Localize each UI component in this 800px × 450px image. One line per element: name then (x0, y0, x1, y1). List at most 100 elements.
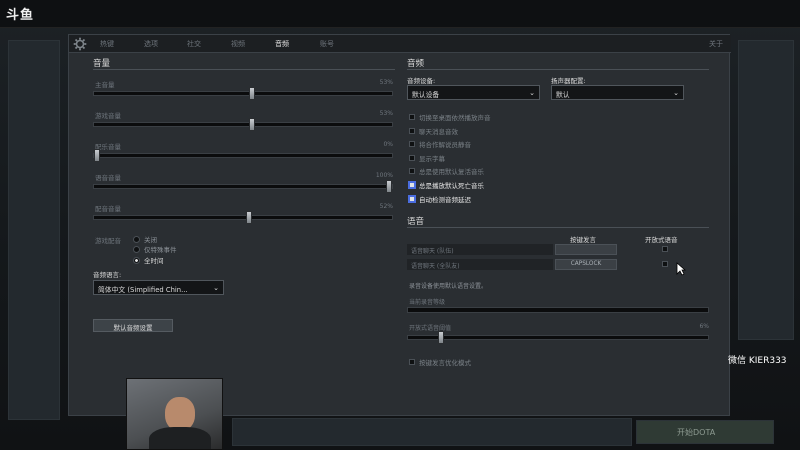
speaker-config-dropdown[interactable]: 默认 ⌄ (551, 85, 684, 100)
radio-special[interactable] (133, 245, 140, 253)
audio-option-2[interactable]: 将合作解说员静音 (409, 139, 471, 149)
voice-divider (407, 227, 709, 228)
game-top-bar (0, 0, 800, 28)
checkbox[interactable] (409, 154, 415, 161)
mouse-cursor-icon (676, 262, 686, 276)
volume-slider-value: 53% (379, 110, 393, 117)
audio-device-label: 音频设备: (407, 77, 436, 85)
volume-slider-track[interactable] (93, 87, 393, 100)
volume-slider-label: 语音音量 (95, 174, 121, 182)
slider-handle[interactable] (437, 331, 444, 344)
volume-divider (93, 69, 395, 70)
slider-handle[interactable] (386, 180, 392, 193)
checkbox[interactable] (409, 114, 415, 120)
volume-slider-value: 52% (379, 203, 393, 210)
volume-slider-track[interactable] (93, 211, 393, 224)
record-level-meter (407, 307, 709, 313)
chevron-down-icon: ⌄ (529, 89, 535, 97)
volume-slider-label: 游戏音量 (95, 112, 121, 120)
open-mic-threshold-label: 开放式语音阈值 (409, 325, 452, 332)
slider-handle[interactable] (94, 149, 100, 162)
volume-slider-value: 53% (379, 79, 393, 86)
current-record-level-label: 当前录音等级 (409, 299, 446, 306)
announcer-option-off[interactable]: 关闭 (133, 234, 157, 244)
volume-slider-track[interactable] (93, 149, 393, 162)
checkbox[interactable] (409, 127, 415, 134)
audio-option-6[interactable]: 自动检测音频延迟 (409, 194, 471, 204)
stream-watermark: 微信 KIER333 (728, 356, 787, 366)
audio-device-dropdown[interactable]: 默认设备 ⌄ (407, 85, 540, 100)
speaker-config-label: 扬声器配置: (551, 77, 586, 85)
slider-handle[interactable] (248, 118, 255, 131)
slider-handle[interactable] (248, 87, 255, 100)
checkbox-label: 聊天消息音效 (419, 127, 458, 136)
checkbox-label: 显示字幕 (419, 154, 445, 163)
open-mic-threshold-value: 6% (699, 323, 709, 330)
audio-option-0[interactable]: 切换至桌面依然播放声音 (409, 112, 491, 122)
bg-left-sidebar (8, 40, 60, 420)
record-device-note: 录音设备使用默认语音设置。 (409, 283, 488, 290)
checkbox-label: 将合作解说员静音 (419, 141, 471, 150)
tab-audio[interactable]: 音频 (275, 39, 289, 49)
announcer-label: 游戏配音 (95, 237, 121, 245)
checkbox-label: 切换至桌面依然播放声音 (419, 114, 491, 122)
bg-right-sidebar (738, 40, 794, 340)
default-audio-settings-button[interactable]: 默认音频设置 (93, 319, 173, 332)
streamer-webcam (126, 378, 223, 450)
checkbox[interactable] (409, 182, 415, 188)
announcer-option-all[interactable]: 全时间 (133, 255, 164, 265)
push-to-talk-column-header: 按键发言 (570, 236, 596, 244)
ptt-optimize-checkbox[interactable] (409, 359, 415, 365)
tab-hotkeys[interactable]: 热键 (100, 39, 114, 49)
slider-handle[interactable] (245, 211, 252, 224)
webcam-face (165, 397, 195, 431)
chevron-down-icon: ⌄ (213, 284, 219, 292)
open-mic-column-header: 开放式语音 (645, 236, 678, 244)
tab-options[interactable]: 选项 (144, 39, 158, 49)
checkbox[interactable] (409, 141, 415, 148)
volume-slider-label: 配音音量 (95, 205, 121, 213)
stream-logo: 斗鱼 (6, 8, 35, 23)
voice-team-open-mic-checkbox[interactable] (662, 246, 668, 252)
volume-slider-label: 主音量 (95, 81, 115, 89)
audio-divider (407, 69, 709, 70)
voice-team-key-binding[interactable] (555, 244, 617, 255)
audio-section-title: 音频 (407, 59, 425, 69)
checkbox-label: 自动检测音频延迟 (419, 195, 471, 204)
bg-bottom-bar (232, 418, 632, 446)
radio-all[interactable] (133, 256, 140, 264)
voice-all-key-binding[interactable]: CAPSLOCK (555, 259, 617, 270)
audio-option-1[interactable]: 聊天消息音效 (409, 126, 458, 136)
audio-option-3[interactable]: 显示字幕 (409, 153, 445, 163)
webcam-body (149, 427, 211, 449)
announcer-option-special[interactable]: 仅特殊事件 (133, 244, 177, 254)
volume-section-title: 音量 (93, 59, 111, 69)
close-button[interactable]: 关于 (709, 39, 723, 49)
volume-slider-value: 100% (375, 172, 393, 179)
volume-slider-value: 0% (383, 141, 393, 148)
tab-account[interactable]: 账号 (320, 39, 334, 49)
audio-option-5[interactable]: 总是播放默认死亡音乐 (409, 180, 484, 190)
gear-icon (73, 37, 87, 51)
settings-panel: 热键 选项 社交 视频 音频 账号 关于 音量 主音量 53% 游戏音量 53% 配乐音… (68, 34, 731, 416)
play-dota-button[interactable]: 开始DOTA (636, 420, 774, 444)
radio-off[interactable] (133, 235, 140, 243)
audio-option-4[interactable]: 总是使用默认复活音乐 (409, 166, 484, 176)
voice-row-team-label: 语音聊天 (队伍) (411, 248, 454, 255)
audio-language-label: 音频语言: (93, 271, 122, 279)
ptt-optimize-option[interactable]: 按键发言优化模式 (409, 357, 471, 367)
chevron-down-icon: ⌄ (673, 89, 679, 97)
voice-row-all-label: 语音聊天 (全队友) (411, 263, 460, 270)
volume-slider-track[interactable] (93, 118, 393, 131)
checkbox[interactable] (409, 168, 415, 175)
checkbox[interactable] (409, 195, 415, 202)
voice-section-title: 语音 (407, 217, 425, 227)
checkbox-label: 总是使用默认复活音乐 (419, 168, 484, 177)
checkbox-label: 总是播放默认死亡音乐 (419, 182, 484, 190)
tab-video[interactable]: 视频 (231, 39, 245, 49)
open-mic-threshold-slider[interactable] (407, 331, 709, 344)
tab-social[interactable]: 社交 (187, 39, 201, 49)
voice-all-open-mic-checkbox[interactable] (662, 261, 668, 267)
volume-slider-track[interactable] (93, 180, 393, 193)
audio-language-dropdown[interactable]: 简体中文 (Simplified Chin... ⌄ (93, 280, 224, 295)
